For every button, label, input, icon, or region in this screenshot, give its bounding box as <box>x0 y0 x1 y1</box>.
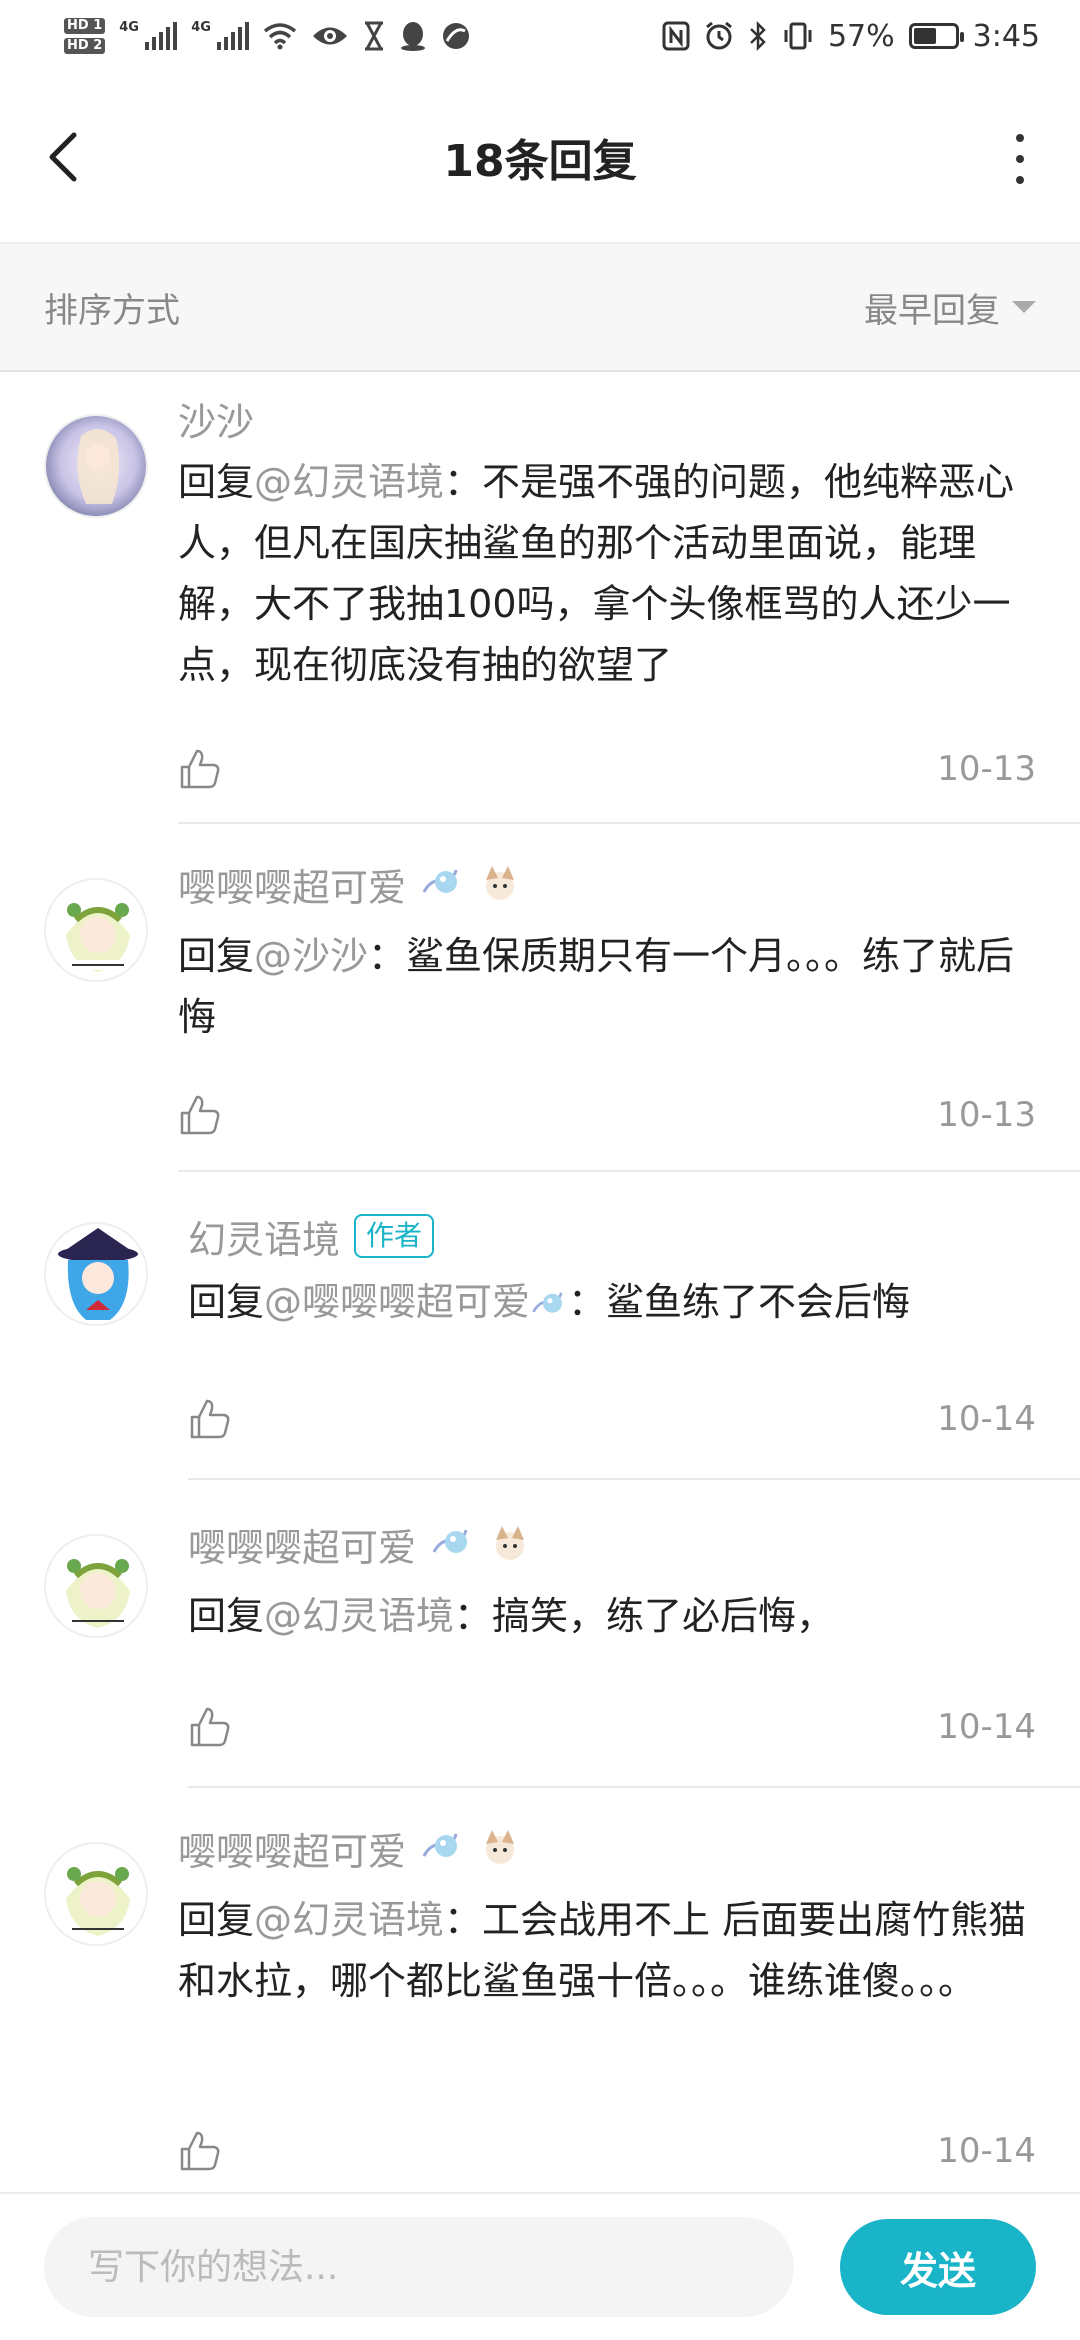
thumbs-up-icon[interactable] <box>178 747 222 791</box>
avatar[interactable] <box>44 1842 148 1946</box>
hourglass-icon <box>365 21 384 51</box>
status-bar: HD 1 HD 2 4G 4G 57% 3:45 <box>0 0 1080 72</box>
back-arrow-icon[interactable] <box>40 127 90 187</box>
eye-icon <box>313 27 348 45</box>
sort-label: 排序方式 <box>44 290 180 331</box>
reply-actions: 10-14 <box>178 2126 1036 2176</box>
network-type-2: 4G <box>191 20 211 35</box>
mention-link[interactable]: @幻灵语境 <box>254 460 444 504</box>
reply-list: 沙沙 回复@幻灵语境：不是强不强的问题，他纯粹恶心人，但凡在国庆抽鲨鱼的那个活动… <box>0 372 1080 2192</box>
reply-prefix: 回复 <box>178 934 255 978</box>
caret-down-icon <box>1012 301 1036 313</box>
reply-text: 回复@嘤嘤嘤超可爱 ：鲨鱼练了不会后悔 <box>188 1272 1036 1333</box>
sort-bar: 排序方式 最早回复 <box>0 244 1080 372</box>
status-right: 57% 3:45 <box>662 19 1040 54</box>
battery-icon <box>908 23 964 49</box>
character-emoji-icon <box>486 1830 515 1864</box>
reply-prefix: 回复 <box>188 1280 265 1324</box>
sort-value: 最早回复 <box>864 290 1000 331</box>
avatar[interactable] <box>44 1222 148 1326</box>
sort-dropdown[interactable]: 最早回复 <box>864 283 1036 332</box>
reply-actions: 10-14 <box>188 1702 1036 1752</box>
username-row: 嘤嘤嘤超可爱 <box>188 1518 1036 1570</box>
username[interactable]: 幻灵语境 <box>188 1209 340 1264</box>
wifi-icon <box>264 23 297 50</box>
hd-indicators: HD 1 HD 2 <box>64 18 106 54</box>
reply-date: 10-14 <box>937 1707 1036 1747</box>
reply-date: 10-13 <box>937 749 1036 789</box>
status-left: HD 1 HD 2 4G 4G <box>64 18 471 54</box>
character-emoji-icon <box>496 1526 525 1560</box>
reply-date: 10-14 <box>937 1399 1036 1439</box>
reply-actions: 10-13 <box>178 744 1036 794</box>
character-emoji-icon <box>486 866 515 900</box>
username[interactable]: 嘤嘤嘤超可爱 <box>178 857 406 912</box>
reply-item: 嘤嘤嘤超可爱 回复@幻灵语境：工会战用不上 后面要出腐竹熊猫和水拉，哪个都比鲨鱼… <box>0 1788 1080 2192</box>
browser-icon <box>443 23 470 49</box>
reply-text: 回复@沙沙：鲨鱼保质期只有一个月。。。练了就后悔 <box>178 926 1036 1048</box>
avatar[interactable] <box>44 878 148 982</box>
balloon-emoji-icon <box>532 1292 563 1313</box>
reply-date: 10-14 <box>937 2131 1036 2171</box>
username[interactable]: 沙沙 <box>178 392 1036 444</box>
balloon-emoji-icon <box>432 1529 468 1553</box>
clock: 3:45 <box>972 18 1040 54</box>
reply-text: 回复@幻灵语境：不是强不强的问题，他纯粹恶心人，但凡在国庆抽鲨鱼的那个活动里面说… <box>178 452 1036 696</box>
signal-icon-1: 4G <box>119 20 178 50</box>
reply-item: 沙沙 回复@幻灵语境：不是强不强的问题，他纯粹恶心人，但凡在国庆抽鲨鱼的那个活动… <box>0 372 1080 852</box>
hd1-badge: HD 1 <box>64 18 106 34</box>
signal-icon-2: 4G <box>191 20 250 50</box>
username-row: 嘤嘤嘤超可爱 <box>178 858 1036 910</box>
username-row: 幻灵语境 作者 <box>188 1210 1036 1262</box>
alarm-icon <box>706 21 732 50</box>
comment-input[interactable] <box>44 2217 794 2317</box>
reply-actions: 10-14 <box>188 1394 1036 1444</box>
thumbs-up-icon[interactable] <box>178 1093 222 1137</box>
thumbs-up-icon[interactable] <box>178 2129 222 2173</box>
battery-fill <box>913 28 937 44</box>
avatar[interactable] <box>44 414 148 518</box>
author-badge: 作者 <box>354 1214 435 1258</box>
reply-text: 回复@幻灵语境：搞笑，练了必后悔， <box>188 1586 1036 1647</box>
hd2-badge: HD 2 <box>64 38 106 54</box>
reply-body: ：搞笑，练了必后悔， <box>454 1594 835 1638</box>
reply-item: 嘤嘤嘤超可爱 回复@沙沙：鲨鱼保质期只有一个月。。。练了就后悔 10-13 <box>0 824 1080 1194</box>
avatar[interactable] <box>44 1534 148 1638</box>
network-type-1: 4G <box>119 20 139 35</box>
mention-link[interactable]: @幻灵语境 <box>264 1594 454 1638</box>
mention-link[interactable]: @嘤嘤嘤超可爱 <box>264 1280 530 1324</box>
page-title: 18条回复 <box>443 136 637 187</box>
username[interactable]: 嘤嘤嘤超可爱 <box>178 1821 406 1876</box>
more-options-icon[interactable] <box>1010 134 1030 184</box>
reply-item: 幻灵语境 作者 回复@嘤嘤嘤超可爱 ：鲨鱼练了不会后悔 10-14 <box>0 1172 1080 1482</box>
nfc-icon <box>662 21 690 51</box>
reply-text: 回复@幻灵语境：工会战用不上 后面要出腐竹熊猫和水拉，哪个都比鲨鱼强十倍。。。谁… <box>178 1890 1036 2012</box>
mention-link[interactable]: @沙沙 <box>254 934 368 978</box>
battery-percent: 57% <box>827 18 895 54</box>
top-app-bar: 18条回复 <box>0 72 1080 244</box>
reply-item: 嘤嘤嘤超可爱 回复@幻灵语境：搞笑，练了必后悔， 10-14 <box>0 1480 1080 1790</box>
mention-link[interactable]: @幻灵语境 <box>254 1898 444 1942</box>
send-button[interactable]: 发送 <box>840 2219 1036 2315</box>
username[interactable]: 嘤嘤嘤超可爱 <box>188 1517 416 1572</box>
username-row: 嘤嘤嘤超可爱 <box>178 1822 1036 1874</box>
reply-prefix: 回复 <box>178 1898 255 1942</box>
composer-bar: 发送 <box>0 2192 1080 2340</box>
reply-prefix: 回复 <box>188 1594 265 1638</box>
balloon-emoji-icon <box>422 1833 458 1857</box>
vibrate-icon <box>784 22 812 50</box>
reply-prefix: 回复 <box>178 460 255 504</box>
balloon-emoji-icon <box>422 869 458 893</box>
reply-actions: 10-13 <box>178 1090 1036 1140</box>
qq-icon <box>401 22 426 51</box>
thumbs-up-icon[interactable] <box>188 1397 232 1441</box>
bluetooth-icon <box>750 21 766 51</box>
thumbs-up-icon[interactable] <box>188 1705 232 1749</box>
reply-body: ：鲨鱼练了不会后悔 <box>568 1280 911 1324</box>
reply-date: 10-13 <box>937 1095 1036 1135</box>
